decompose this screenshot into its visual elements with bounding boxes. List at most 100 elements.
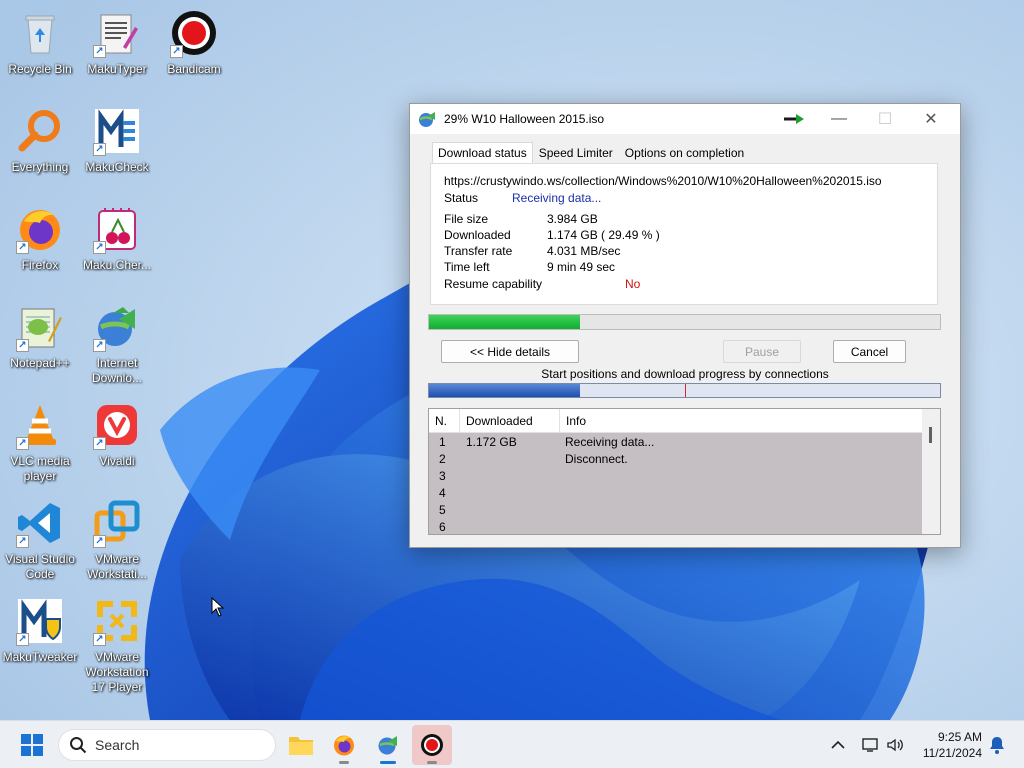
taskbar-file-explorer[interactable]: [281, 725, 321, 765]
minimize-icon: —: [831, 110, 847, 127]
firefox-icon: [334, 735, 354, 756]
desktop-icon-firefox[interactable]: ↗ Firefox: [2, 204, 78, 273]
internet-download-manager-icon: [378, 736, 397, 755]
table-row[interactable]: 5: [429, 501, 923, 518]
desktop-icon-idm[interactable]: ↗ Internet Downlo...: [79, 302, 155, 386]
scrollbar-thumb[interactable]: [929, 427, 932, 443]
tab-download-status[interactable]: Download status: [432, 142, 533, 164]
cell-info: Receiving data...: [565, 435, 655, 449]
clock-date: 11/21/2024: [922, 746, 982, 760]
table-row[interactable]: 4: [429, 484, 923, 501]
desktop-icon-recycle-bin[interactable]: Recycle Bin: [2, 8, 78, 77]
resume-capability-value: No: [625, 277, 641, 291]
desktop-icon-makucherry[interactable]: ↗ Maku.Cher...: [79, 204, 155, 273]
desktop-icon-label: MakuCheck: [85, 160, 149, 174]
cell-number: 2: [439, 452, 446, 466]
file-size-value: 3.984 GB: [547, 212, 598, 226]
window-titlebar[interactable]: 29% W10 Halloween 2015.iso — ☐ ✕: [410, 104, 960, 134]
desktop-icon-vmware-workstation[interactable]: ↗ VMware Workstati...: [79, 498, 155, 582]
cell-number: 6: [439, 520, 446, 534]
transfer-rate-row: Transfer rate 4.031 MB/sec: [444, 244, 620, 258]
shortcut-arrow-icon: ↗: [93, 339, 106, 352]
running-indicator: [339, 761, 349, 764]
cell-info: Disconnect.: [565, 452, 628, 466]
everything-search-icon: [18, 110, 60, 152]
desktop-icon-makutweaker[interactable]: ↗ MakuTweaker: [2, 596, 78, 665]
desktop-icon-bandicam[interactable]: ↗ Bandicam: [156, 8, 232, 77]
chevron-up-icon: [831, 740, 845, 749]
download-status-panel: https://crustywindo.ws/collection/Window…: [430, 163, 938, 305]
desktop-icon-notepad-plus-plus[interactable]: ↗ Notepad++: [2, 302, 78, 371]
desktop-icon-label: Notepad++: [10, 356, 70, 370]
pause-button: Pause: [723, 340, 801, 363]
idm-download-window[interactable]: 29% W10 Halloween 2015.iso — ☐ ✕ Downloa…: [409, 103, 961, 548]
desktop-icon-label: Maku.Cher...: [82, 258, 152, 272]
desktop-icon-label: Internet Downlo...: [91, 356, 143, 385]
volume-icon: [887, 738, 903, 752]
shortcut-arrow-icon: ↗: [93, 241, 106, 254]
table-header: N. Downloaded Info: [429, 409, 940, 433]
search-icon: [70, 737, 87, 754]
desktop-icon-everything[interactable]: Everything: [2, 106, 78, 175]
clock[interactable]: 9:25 AM 11/21/2024: [912, 729, 982, 761]
connection-1-progress: [429, 384, 580, 397]
table-row[interactable]: 6: [429, 518, 923, 534]
shortcut-arrow-icon: ↗: [16, 437, 29, 450]
desktop-icon-vmware-player[interactable]: ↗ VMware Workstation 17 Player: [79, 596, 155, 695]
tab-speed-limiter[interactable]: Speed Limiter: [533, 142, 619, 164]
status-value: Receiving data...: [512, 191, 602, 205]
column-header-number[interactable]: N.: [429, 409, 460, 433]
cell-number: 3: [439, 469, 446, 483]
notifications-button[interactable]: [984, 725, 1010, 765]
connections-label: Start positions and download progress by…: [541, 367, 829, 381]
table-row[interactable]: 1 1.172 GB Receiving data...: [429, 433, 923, 450]
cell-number: 5: [439, 503, 446, 517]
file-size-label: File size: [444, 212, 489, 226]
resume-capability-row: Resume capability No: [444, 277, 640, 291]
maximize-icon: ☐: [877, 111, 893, 128]
taskbar-internet-download-manager[interactable]: [368, 725, 408, 765]
desktop-icon-vivaldi[interactable]: ↗ Vivaldi: [79, 400, 155, 469]
show-hidden-icons-button[interactable]: [818, 725, 858, 765]
downloaded-label: Downloaded: [444, 228, 511, 242]
clock-time: 9:25 AM: [937, 730, 982, 744]
table-row[interactable]: 3: [429, 467, 923, 484]
shortcut-arrow-icon: ↗: [93, 535, 106, 548]
transfer-rate-label: Transfer rate: [444, 244, 513, 258]
connection-2-start-marker: [684, 384, 686, 397]
desktop-icon-label: Visual Studio Code: [5, 552, 75, 581]
active-indicator: [380, 761, 396, 764]
table-scrollbar[interactable]: [922, 409, 940, 534]
download-url: https://crustywindo.ws/collection/Window…: [444, 174, 882, 188]
cell-number: 1: [439, 435, 446, 449]
download-progress-bar: [428, 314, 941, 330]
desktop-icon-vscode[interactable]: ↗ Visual Studio Code: [2, 498, 78, 582]
column-header-info[interactable]: Info: [560, 409, 910, 433]
connections-progress-bar: [428, 383, 941, 398]
tab-options-on-completion[interactable]: Options on completion: [619, 142, 750, 164]
taskbar-firefox[interactable]: [324, 725, 364, 765]
search-placeholder: Search: [95, 737, 140, 753]
desktop-icon-vlc[interactable]: ↗ VLC media player: [2, 400, 78, 484]
desktop-icon-makucheck[interactable]: ↗ MakuCheck: [79, 106, 155, 175]
download-progress-fill: [429, 315, 580, 329]
desktop-icon-label: Recycle Bin: [8, 62, 72, 76]
column-header-downloaded[interactable]: Downloaded: [460, 409, 560, 433]
idm-app-icon: [419, 112, 435, 127]
table-row[interactable]: 2 Disconnect.: [429, 450, 923, 467]
start-button[interactable]: [12, 725, 52, 765]
windows-start-icon: [21, 734, 43, 756]
hide-details-button[interactable]: << Hide details: [441, 340, 579, 363]
tab-strip: Download status Speed Limiter Options on…: [432, 142, 750, 164]
taskbar-bandicam[interactable]: [412, 725, 452, 765]
system-tray-network-volume[interactable]: [855, 725, 911, 765]
desktop-icon-label: Firefox: [21, 258, 59, 272]
cancel-button[interactable]: Cancel: [833, 340, 906, 363]
minimize-button[interactable]: —: [816, 104, 862, 134]
maximize-button: ☐: [862, 104, 908, 134]
close-button[interactable]: ✕: [908, 104, 954, 134]
desktop-icon-makutyper[interactable]: ↗ MakuTyper: [79, 8, 155, 77]
connections-table[interactable]: N. Downloaded Info 1 1.172 GB Receiving …: [428, 408, 941, 535]
taskbar-search-box[interactable]: Search: [58, 729, 276, 761]
cell-number: 4: [439, 486, 446, 500]
